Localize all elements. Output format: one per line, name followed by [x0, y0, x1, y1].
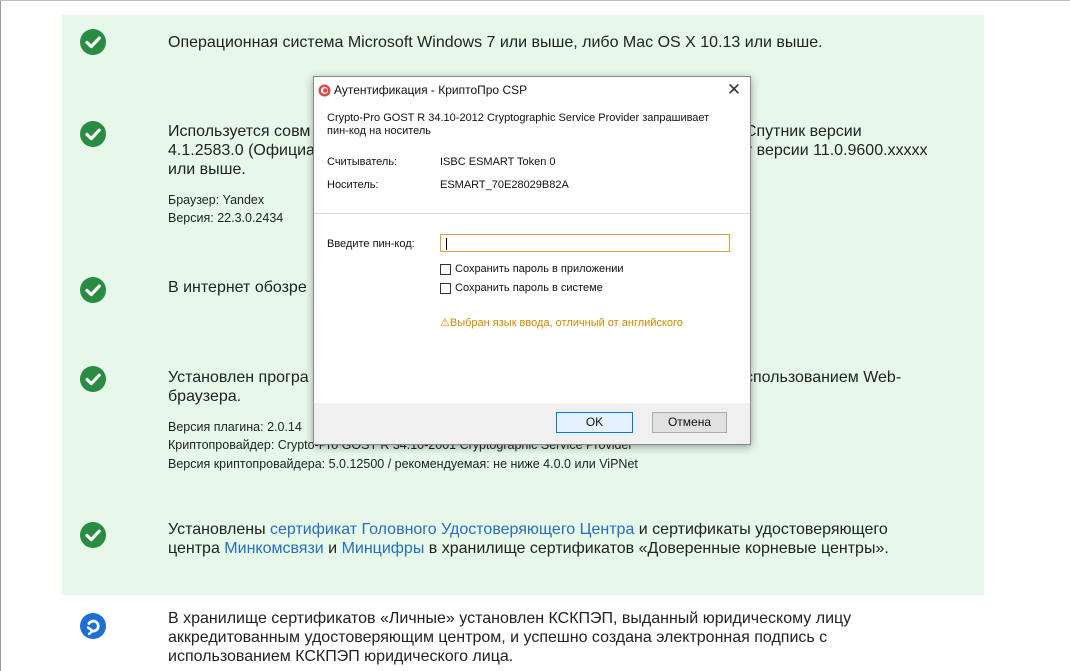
requirement-browser-text-right-2: er версии 11.0.9600.xxxxx: [738, 142, 928, 159]
browser-name: Браузер: Yandex: [168, 193, 265, 207]
save-in-system-label[interactable]: Сохранить пароль в системе: [455, 282, 603, 295]
requirement-certificates-line-1: Установлены сертификат Головного Удостов…: [168, 520, 888, 539]
carrier-value: ESMART_70E28029B82A: [440, 179, 569, 191]
mintsifry-link[interactable]: Минцифры: [342, 540, 425, 557]
requirement-browser-text-3: или выше.: [168, 161, 246, 178]
reader-value: ISBC ESMART Token 0: [440, 156, 556, 168]
requirement-plugin-text-2: браузера.: [168, 388, 242, 405]
requirement-signature-text-1: В хранилище сертификатов «Личные» устано…: [168, 610, 852, 627]
check-circle-icon: [80, 366, 106, 392]
plugin-version: Версия плагина: 2.0.14: [168, 420, 302, 434]
save-in-app-checkbox[interactable]: [440, 264, 451, 275]
carrier-label: Носитель:: [327, 179, 379, 191]
requirement-internet-text: В интернет обозре: [168, 279, 307, 296]
requirement-os-text: Операционная система Microsoft Windows 7…: [168, 34, 823, 51]
check-circle-icon: [80, 522, 106, 548]
text: в хранилище сертификатов «Доверенные кор…: [424, 540, 889, 557]
page-border-top: [0, 0, 1070, 1]
cryptopro-logo-icon: [318, 84, 331, 97]
browser-version: Версия: 22.3.0.2434: [168, 211, 284, 225]
save-in-app-label[interactable]: Сохранить пароль в приложении: [455, 263, 624, 276]
dialog-title: Аутентификация - КриптоПро CSP: [334, 83, 528, 97]
save-in-system-checkbox[interactable]: [440, 283, 451, 294]
authentication-dialog: Аутентификация - КриптоПро CSP ✕ Crypto-…: [313, 76, 751, 445]
minkomsvyazi-link[interactable]: Минкомсвязи: [224, 540, 323, 557]
close-icon[interactable]: ✕: [720, 79, 748, 101]
check-circle-icon: [80, 277, 106, 303]
text: и: [323, 540, 342, 557]
ok-button[interactable]: OK: [556, 412, 633, 433]
dialog-title-bar[interactable]: Аутентификация - КриптоПро CSP ✕: [314, 77, 750, 104]
warning-icon: ⚠: [440, 317, 450, 329]
requirement-browser-text-1: Используется совм: [168, 123, 311, 140]
check-circle-icon: [80, 29, 106, 55]
text: и сертификаты удостоверяющего: [634, 521, 888, 538]
reader-label: Считыватель:: [327, 156, 398, 168]
cancel-button[interactable]: Отмена: [652, 412, 727, 433]
requirement-signature-text-2: аккредитованным удостоверяющим центром, …: [168, 629, 828, 646]
check-circle-icon: [80, 121, 106, 147]
pin-input[interactable]: [440, 234, 730, 252]
page-border-left: [0, 0, 1, 671]
requirement-browser-text-right-1: ; Спутник версии: [736, 123, 862, 140]
requirement-plugin-text-right: использованием Web-: [736, 369, 902, 386]
requirement-certificates-line-2: центра Минкомсвязи и Минцифры в хранилищ…: [168, 539, 889, 558]
dialog-message-line-1: Crypto-Pro GOST R 34.10-2012 Cryptograph…: [327, 112, 710, 124]
in-progress-icon: [80, 613, 106, 639]
text: центра: [168, 540, 225, 557]
text: Установлены: [168, 521, 271, 538]
crypto-provider-version: Версия криптопровайдера: 5.0.12500 / рек…: [168, 457, 638, 471]
dialog-footer: OK Отмена: [314, 403, 750, 444]
dialog-divider: [314, 213, 750, 214]
warning-text: Выбран язык ввода, отличный от английско…: [449, 317, 683, 329]
requirement-signature-text-3: использованием КСКПЭП юридического лица.: [168, 648, 514, 665]
pin-label: Введите пин-код:: [327, 238, 415, 250]
text-caret: [446, 238, 447, 250]
keyboard-layout-warning: ⚠Выбран язык ввода, отличный от английск…: [440, 316, 683, 329]
head-ca-certificate-link[interactable]: сертификат Головного Удостоверяющего Цен…: [270, 521, 634, 538]
requirement-browser-text-2: 4.1.2583.0 (Официа: [168, 142, 315, 159]
dialog-message-line-2: пин-код на носитель: [327, 125, 432, 137]
requirement-plugin-text-1: Установлен програ: [168, 369, 309, 386]
